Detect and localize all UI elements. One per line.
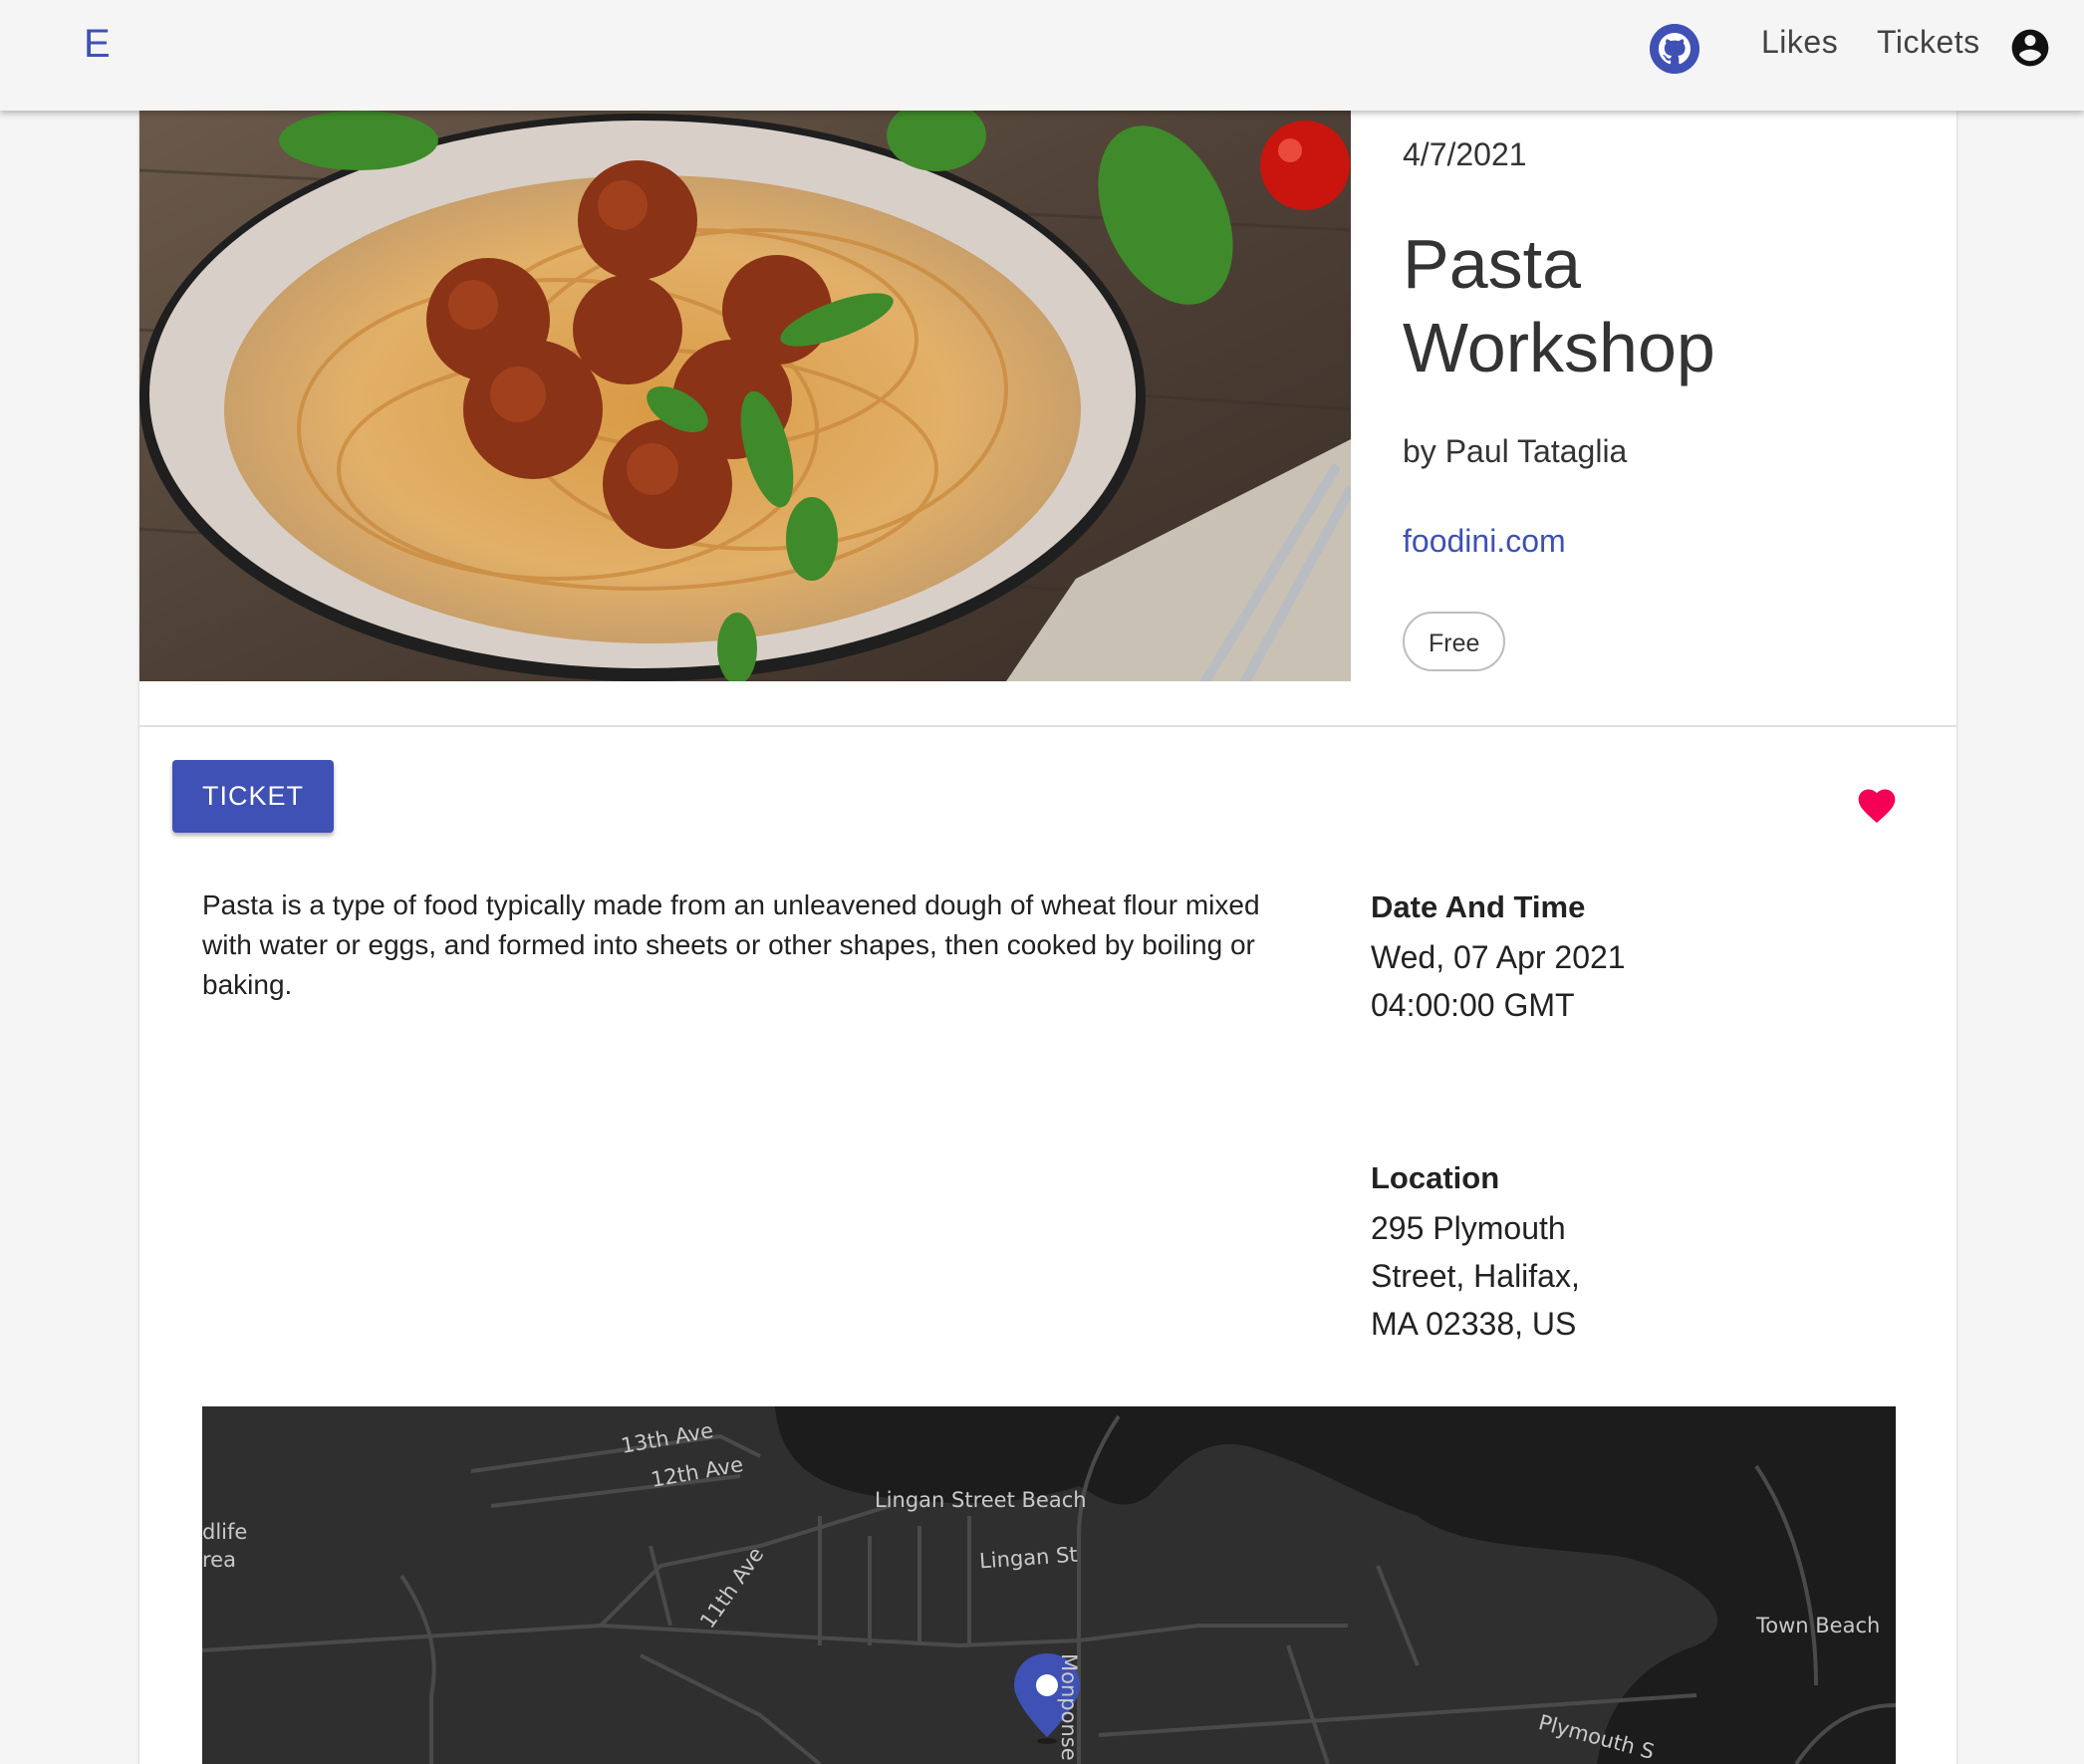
event-card: 4/7/2021 Pasta Workshop by Paul Tataglia… — [139, 111, 1956, 1764]
map-label: rea — [202, 1548, 236, 1572]
heart-icon[interactable] — [1855, 784, 1899, 828]
event-image — [139, 111, 1351, 681]
date-time-heading: Date And Time — [1371, 889, 1586, 924]
event-description: Pasta is a type of food typically made f… — [202, 889, 1260, 1000]
nav-likes[interactable]: Likes — [1761, 24, 1838, 61]
map-label: Monponse — [1057, 1653, 1081, 1761]
app-bar: E Likes Tickets — [0, 0, 2084, 111]
nav-tickets[interactable]: Tickets — [1877, 24, 1980, 61]
github-icon[interactable] — [1650, 24, 1699, 74]
app-logo[interactable]: E — [84, 22, 111, 67]
ticket-button[interactable]: TICKET — [172, 760, 334, 833]
map-label: dlife — [202, 1520, 248, 1544]
location-map[interactable]: 13th Ave 12th Ave 11th Ave Lingan Street… — [202, 1406, 1896, 1764]
date-time-value: Wed, 07 Apr 2021 04:00:00 GMT — [1371, 939, 1626, 1023]
map-label: Lingan Street Beach — [875, 1488, 1087, 1512]
price-chip: Free — [1403, 612, 1506, 671]
organizer-website-link[interactable]: foodini.com — [1403, 523, 1566, 560]
event-title: Pasta Workshop — [1403, 225, 1715, 386]
event-organizer: by Paul Tataglia — [1403, 433, 1628, 469]
divider — [139, 725, 1956, 727]
event-date: 4/7/2021 — [1403, 136, 1527, 172]
location-value: 295 Plymouth Street, Halifax, MA 02338, … — [1371, 1210, 1580, 1342]
map-label: Town Beach — [1756, 1614, 1881, 1638]
account-circle-icon[interactable] — [2008, 26, 2052, 70]
location-heading: Location — [1371, 1160, 1500, 1195]
